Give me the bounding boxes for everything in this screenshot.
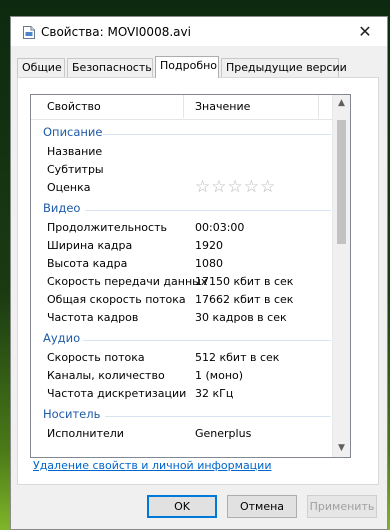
property-name: Каналы, количество xyxy=(47,369,165,382)
cancel-button[interactable]: Отмена xyxy=(227,495,297,518)
group-header-description: Описание xyxy=(43,125,331,143)
property-value: 1080 xyxy=(195,257,223,270)
tab-strip: Общие Безопасность Подробно Предыдущие в… xyxy=(17,56,377,78)
close-button[interactable]: ✕ xyxy=(343,17,387,46)
list-rows: Описание Название Субтитры Оценка ☆☆☆☆☆ … xyxy=(31,95,333,457)
remove-properties-link[interactable]: Удаление свойств и личной информации xyxy=(33,459,271,472)
property-name: Ширина кадра xyxy=(47,239,133,252)
group-separator xyxy=(103,134,331,135)
property-value: 512 кбит в сек xyxy=(195,351,280,364)
group-header-audio: Аудио xyxy=(43,331,331,349)
list-item[interactable]: Частота дискретизации 32 кГц xyxy=(31,385,333,403)
tab-general[interactable]: Общие xyxy=(17,58,65,77)
property-value: 17662 кбит в сек xyxy=(195,293,294,306)
tab-previous-versions[interactable]: Предыдущие версии xyxy=(221,58,347,77)
list-item[interactable]: Общая скорость потока 17662 кбит в сек xyxy=(31,291,333,309)
property-name: Общая скорость потока xyxy=(47,293,186,306)
list-item[interactable]: Субтитры xyxy=(31,161,333,179)
properties-list[interactable]: Свойство Значение Описание Название Субт… xyxy=(30,94,351,458)
property-name: Скорость потока xyxy=(47,351,145,364)
rating-stars[interactable]: ☆☆☆☆☆ xyxy=(195,177,276,197)
vertical-scrollbar[interactable]: ▲ ▼ xyxy=(332,95,350,457)
apply-button[interactable]: Применить xyxy=(307,495,377,518)
group-label: Описание xyxy=(43,125,103,139)
property-name: Скорость передачи данных xyxy=(47,275,208,288)
list-item[interactable]: Исполнители Generplus xyxy=(31,425,333,443)
property-value: 1920 xyxy=(195,239,223,252)
property-name: Субтитры xyxy=(47,163,104,176)
property-name: Частота кадров xyxy=(47,311,139,324)
property-name: Название xyxy=(47,145,103,158)
group-header-video: Видео xyxy=(43,201,331,219)
property-value: 30 кадров в сек xyxy=(195,311,287,324)
window-title: Свойства: MOVI0008.avi xyxy=(41,25,191,39)
list-item[interactable]: Каналы, количество 1 (моно) xyxy=(31,367,333,385)
property-name: Высота кадра xyxy=(47,257,128,270)
title-bar[interactable]: Свойства: MOVI0008.avi ✕ xyxy=(11,17,387,46)
property-name: Исполнители xyxy=(47,427,124,440)
properties-dialog: Свойства: MOVI0008.avi ✕ Общие Безопасно… xyxy=(10,16,388,530)
close-icon: ✕ xyxy=(358,22,372,41)
list-item[interactable]: Продолжительность 00:03:00 xyxy=(31,219,333,237)
group-label: Видео xyxy=(43,201,81,215)
tab-details[interactable]: Подробно xyxy=(155,56,219,78)
property-name: Оценка xyxy=(47,181,91,194)
scroll-down-icon[interactable]: ▼ xyxy=(333,440,350,457)
property-name: Продолжительность xyxy=(47,221,167,234)
scroll-up-icon[interactable]: ▲ xyxy=(333,95,350,112)
group-label: Аудио xyxy=(43,331,81,345)
list-item[interactable]: Высота кадра 1080 xyxy=(31,255,333,273)
property-value: 32 кГц xyxy=(195,387,234,400)
group-label: Носитель xyxy=(43,407,101,421)
property-value: 00:03:00 xyxy=(195,221,245,234)
group-separator xyxy=(85,210,331,211)
tab-security[interactable]: Безопасность xyxy=(67,58,153,77)
ok-button[interactable]: OK xyxy=(147,495,217,518)
property-name: Частота дискретизации xyxy=(47,387,187,400)
list-item[interactable]: Ширина кадра 1920 xyxy=(31,237,333,255)
property-value: 1 (моно) xyxy=(195,369,244,382)
group-separator xyxy=(83,340,331,341)
file-icon xyxy=(23,26,35,39)
list-item[interactable]: Скорость потока 512 кбит в сек xyxy=(31,349,333,367)
list-item[interactable]: Скорость передачи данных 17150 кбит в се… xyxy=(31,273,333,291)
list-item[interactable]: Частота кадров 30 кадров в сек xyxy=(31,309,333,327)
details-panel: Свойство Значение Описание Название Субт… xyxy=(17,77,379,485)
list-item[interactable]: Оценка ☆☆☆☆☆ xyxy=(31,177,333,197)
list-item[interactable]: Название xyxy=(31,143,333,161)
scroll-thumb[interactable] xyxy=(337,120,346,244)
group-header-media: Носитель xyxy=(43,407,331,425)
property-value: 17150 кбит в сек xyxy=(195,275,294,288)
group-separator xyxy=(105,416,331,417)
property-value: Generplus xyxy=(195,427,252,440)
